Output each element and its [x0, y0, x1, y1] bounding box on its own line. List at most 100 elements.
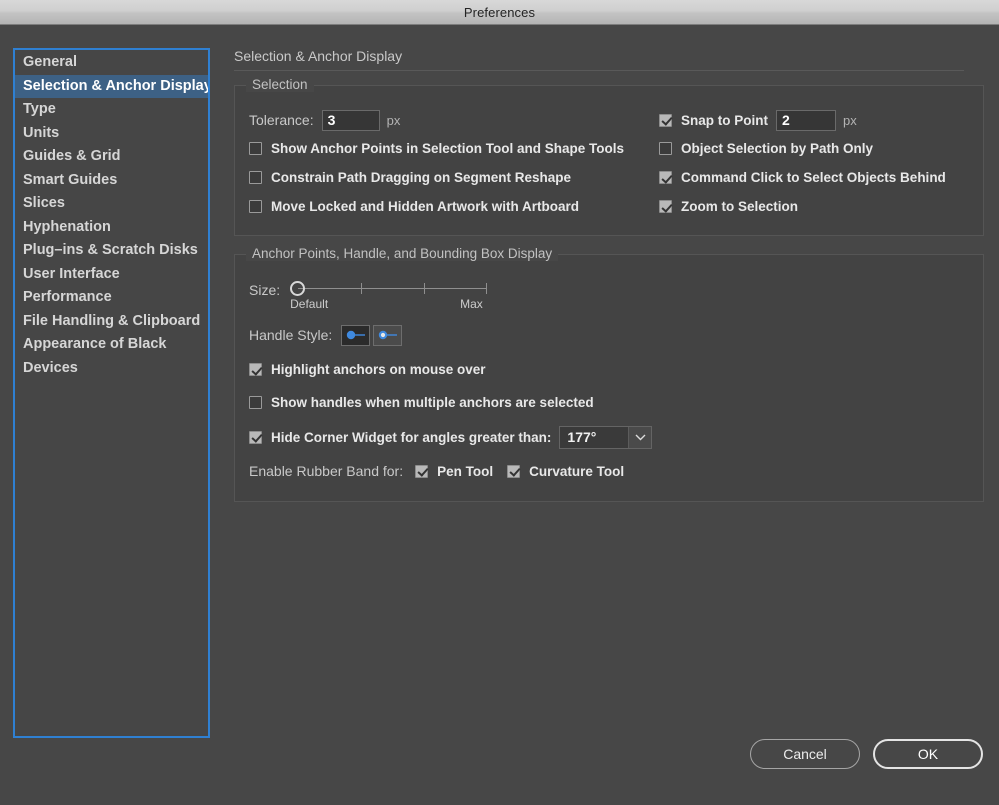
- cancel-button[interactable]: Cancel: [750, 739, 860, 769]
- sidebar-item-smart-guides[interactable]: Smart Guides: [15, 169, 208, 193]
- constrain-path-dragging-checkbox[interactable]: Constrain Path Dragging on Segment Resha…: [249, 170, 571, 185]
- selection-group-legend: Selection: [246, 77, 314, 92]
- sidebar-item-label: Plug–ins & Scratch Disks: [23, 242, 198, 258]
- sidebar-item-selection-anchor-display[interactable]: Selection & Anchor Display: [15, 74, 210, 98]
- checkbox-label: Command Click to Select Objects Behind: [681, 170, 946, 185]
- move-locked-hidden-artwork-row[interactable]: Move Locked and Hidden Artwork with Artb…: [249, 192, 659, 221]
- sidebar-item-general[interactable]: General: [15, 51, 208, 75]
- checkbox-label: Move Locked and Hidden Artwork with Artb…: [271, 199, 580, 214]
- slider-tick: [486, 283, 488, 294]
- anchor-size-slider[interactable]: Default Max: [284, 277, 494, 311]
- checkbox-box: [507, 464, 521, 478]
- sidebar-item-file-handling-clipboard[interactable]: File Handling & Clipboard: [15, 310, 208, 334]
- sidebar-item-label: Units: [23, 124, 60, 141]
- preferences-pane: Selection & Anchor Display Selection Tol…: [234, 48, 984, 520]
- sidebar-item-units[interactable]: Units: [15, 122, 208, 146]
- preferences-category-list[interactable]: General Selection & Anchor Display Type …: [13, 48, 210, 738]
- checkbox-box: [249, 363, 262, 376]
- checkbox-label: Hide Corner Widget for angles greater th…: [271, 429, 552, 445]
- command-click-select-behind-row[interactable]: Command Click to Select Objects Behind: [659, 163, 959, 192]
- checkbox-box: [659, 200, 672, 213]
- rubber-band-label: Enable Rubber Band for:: [249, 463, 404, 479]
- hide-corner-widget-checkbox[interactable]: Hide Corner Widget for angles greater th…: [249, 430, 551, 445]
- command-click-select-behind-checkbox[interactable]: Command Click to Select Objects Behind: [659, 170, 946, 185]
- checkbox-label: Show handles when multiple anchors are s…: [271, 395, 594, 410]
- sidebar-item-plugins-scratch-disks[interactable]: Plug–ins & Scratch Disks: [15, 239, 208, 263]
- sidebar-item-label: File Handling & Clipboard: [23, 312, 201, 329]
- anchor-size-label: Size:: [249, 282, 281, 298]
- sidebar-item-label: Selection & Anchor Display: [23, 77, 210, 94]
- checkbox-label: Zoom to Selection: [681, 199, 799, 214]
- anchor-size-row: Size: Default Max: [249, 275, 969, 311]
- constrain-path-dragging-row[interactable]: Constrain Path Dragging on Segment Resha…: [249, 163, 659, 192]
- checkbox-label: Curvature Tool: [529, 463, 625, 479]
- selection-group: Selection Tolerance: px Show: [234, 77, 984, 236]
- checkbox-box: [659, 113, 672, 127]
- hide-corner-widget-row[interactable]: Hide Corner Widget for angles greater th…: [249, 419, 969, 455]
- sidebar-item-label: General: [23, 54, 77, 70]
- rubber-band-row: Enable Rubber Band for: Pen Tool Curvatu…: [249, 455, 969, 487]
- show-anchor-points-checkbox[interactable]: Show Anchor Points in Selection Tool and…: [249, 141, 624, 156]
- sidebar-item-label: Devices: [23, 359, 78, 376]
- highlight-anchors-checkbox[interactable]: Highlight anchors on mouse over: [249, 362, 486, 377]
- checkbox-box: [249, 200, 262, 213]
- snap-to-point-input[interactable]: [776, 109, 836, 131]
- sidebar-item-label: Appearance of Black: [23, 336, 167, 352]
- sidebar-item-performance[interactable]: Performance: [15, 286, 208, 310]
- solid-handle-icon: [346, 330, 365, 340]
- show-handles-multiple-anchors-row[interactable]: Show handles when multiple anchors are s…: [249, 386, 969, 419]
- sidebar-item-slices[interactable]: Slices: [15, 192, 208, 216]
- sidebar-item-type[interactable]: Type: [15, 98, 208, 122]
- checkbox-box: [249, 171, 262, 184]
- tolerance-unit: px: [386, 112, 401, 128]
- sidebar-item-label: User Interface: [23, 265, 120, 282]
- sidebar-item-guides-grid[interactable]: Guides & Grid: [15, 145, 208, 169]
- checkbox-box: [659, 142, 672, 155]
- show-anchor-points-row[interactable]: Show Anchor Points in Selection Tool and…: [249, 134, 659, 163]
- handle-style-solid-button[interactable]: [341, 324, 371, 346]
- page-title: Selection & Anchor Display: [234, 48, 403, 64]
- sidebar-item-label: Hyphenation: [23, 218, 111, 235]
- sidebar-item-label: Performance: [23, 289, 112, 305]
- highlight-anchors-row[interactable]: Highlight anchors on mouse over: [249, 353, 969, 386]
- anchor-points-group-legend: Anchor Points, Handle, and Bounding Box …: [246, 246, 559, 261]
- handle-style-label: Handle Style:: [249, 327, 333, 343]
- snap-to-point-checkbox[interactable]: Snap to Point: [659, 113, 768, 128]
- move-locked-hidden-artwork-checkbox[interactable]: Move Locked and Hidden Artwork with Artb…: [249, 199, 579, 214]
- handle-style-hollow-button[interactable]: [373, 324, 403, 346]
- checkbox-label: Pen Tool: [437, 463, 494, 479]
- zoom-to-selection-checkbox[interactable]: Zoom to Selection: [659, 199, 798, 214]
- sidebar-item-devices[interactable]: Devices: [15, 357, 208, 381]
- title-divider: [234, 70, 964, 71]
- slider-tick: [424, 283, 426, 294]
- pen-tool-checkbox[interactable]: Pen Tool: [415, 464, 493, 479]
- checkbox-box: [415, 464, 429, 478]
- ok-button[interactable]: OK: [873, 739, 983, 769]
- sidebar-item-appearance-of-black[interactable]: Appearance of Black: [15, 333, 208, 357]
- corner-angle-dropdown[interactable]: 177°: [559, 425, 653, 449]
- sidebar-item-label: Slices: [23, 195, 65, 211]
- object-selection-path-only-row[interactable]: Object Selection by Path Only: [659, 134, 959, 163]
- tolerance-input[interactable]: [321, 109, 380, 131]
- curvature-tool-checkbox[interactable]: Curvature Tool: [507, 464, 624, 479]
- slider-min-label: Default: [290, 297, 329, 311]
- sidebar-item-label: Type: [23, 101, 56, 117]
- chevron-down-icon[interactable]: [628, 426, 652, 448]
- sidebar-item-user-interface[interactable]: User Interface: [15, 263, 208, 287]
- window-titlebar: Preferences: [0, 0, 999, 25]
- checkbox-label: Constrain Path Dragging on Segment Resha…: [271, 170, 572, 185]
- sidebar-item-label: Guides & Grid: [23, 148, 121, 164]
- hollow-handle-icon: [378, 330, 397, 340]
- anchor-points-group: Anchor Points, Handle, and Bounding Box …: [234, 246, 984, 502]
- slider-tick: [361, 283, 363, 294]
- zoom-to-selection-row[interactable]: Zoom to Selection: [659, 192, 959, 221]
- sidebar-item-label: Smart Guides: [23, 171, 118, 188]
- checkbox-label: Object Selection by Path Only: [681, 141, 874, 156]
- object-selection-path-only-checkbox[interactable]: Object Selection by Path Only: [659, 141, 873, 156]
- sidebar-item-hyphenation[interactable]: Hyphenation: [15, 216, 208, 240]
- slider-knob[interactable]: [290, 281, 306, 296]
- checkbox-label: Snap to Point: [681, 112, 768, 128]
- handle-style-options[interactable]: [341, 324, 403, 346]
- show-handles-multiple-anchors-checkbox[interactable]: Show handles when multiple anchors are s…: [249, 395, 594, 410]
- snap-to-point-row[interactable]: Snap to Point px: [659, 106, 959, 134]
